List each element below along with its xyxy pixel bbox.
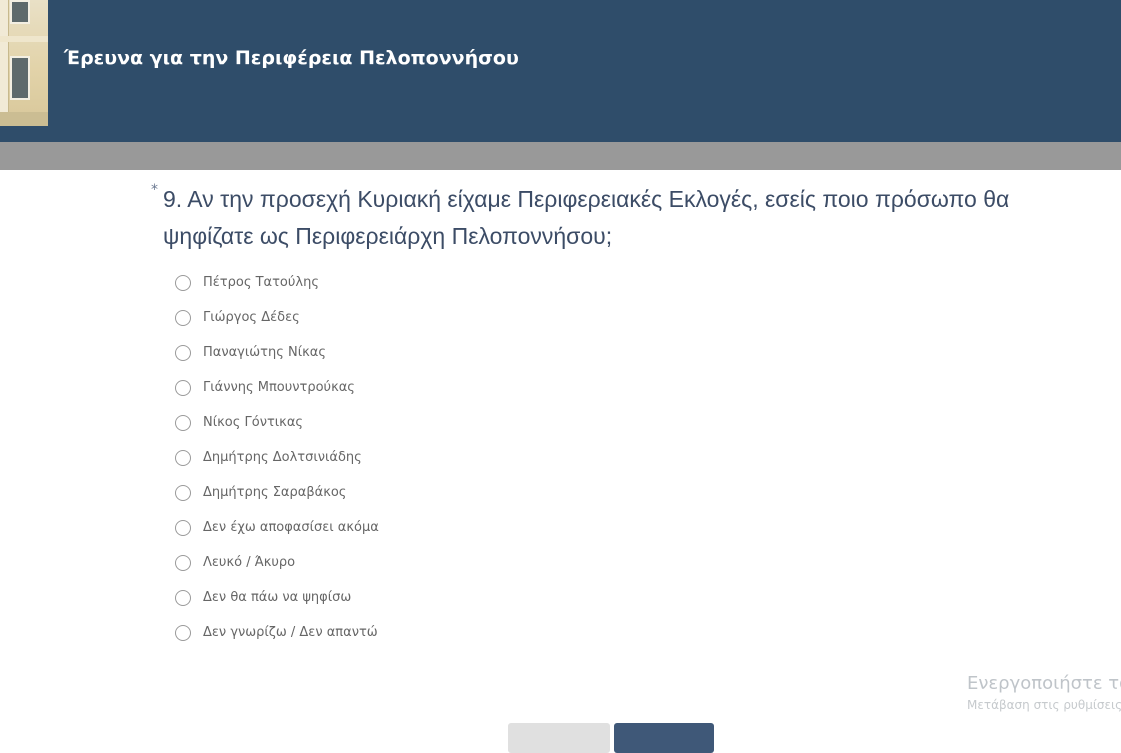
answer-option-label: Παναγιώτης Νίκας [203, 345, 326, 360]
answer-option[interactable]: Γιάννης Μπουντρούκας [175, 370, 379, 405]
radio-button[interactable] [175, 449, 191, 466]
windows-activation-watermark: Ενεργοποιήστε τα Μετάβαση στις ρυθμίσεις [967, 672, 1121, 714]
answer-option-label: Δεν έχω αποφασίσει ακόμα [203, 520, 379, 535]
answer-option[interactable]: Γιώργος Δέδες [175, 300, 379, 335]
answer-option-label: Δεν θα πάω να ψηφίσω [203, 590, 352, 605]
answer-option[interactable]: Δεν γνωρίζω / Δεν απαντώ [175, 615, 379, 650]
survey-header: Έρευνα για την Περιφέρεια Πελοποννήσου [0, 0, 1121, 142]
answer-option[interactable]: Δεν έχω αποφασίσει ακόμα [175, 510, 379, 545]
radio-button[interactable] [175, 624, 191, 641]
answer-option-label: Νίκος Γόντικας [203, 415, 304, 430]
answer-option[interactable]: Δεν θα πάω να ψηφίσω [175, 580, 379, 615]
answer-option-label: Δεν γνωρίζω / Δεν απαντώ [203, 625, 378, 640]
survey-title: Έρευνα για την Περιφέρεια Πελοποννήσου [64, 47, 519, 69]
answer-option[interactable]: Δημήτρης Σαραβάκος [175, 475, 379, 510]
radio-button[interactable] [175, 589, 191, 606]
answer-option-label: Πέτρος Τατούλης [203, 275, 319, 290]
radio-button[interactable] [175, 554, 191, 571]
previous-button[interactable] [508, 723, 610, 753]
answer-option-label: Δημήτρης Δολτσινιάδης [203, 450, 362, 465]
radio-button[interactable] [175, 379, 191, 396]
radio-button[interactable] [175, 344, 191, 361]
answer-option-label: Λευκό / Άκυρο [203, 555, 296, 570]
answer-option[interactable]: Δημήτρης Δολτσινιάδης [175, 440, 379, 475]
required-asterisk: * [151, 182, 158, 198]
radio-button[interactable] [175, 484, 191, 501]
answer-option-label: Γιώργος Δέδες [203, 310, 300, 325]
next-button[interactable] [614, 723, 714, 753]
answer-option[interactable]: Παναγιώτης Νίκας [175, 335, 379, 370]
question-text: 9. Αν την προσεχή Κυριακή είχαμε Περιφερ… [163, 186, 1010, 249]
answer-option[interactable]: Πέτρος Τατούλης [175, 265, 379, 300]
answer-option-label: Δημήτρης Σαραβάκος [203, 485, 347, 500]
activation-watermark-title: Ενεργοποιήστε τα [967, 673, 1121, 694]
progress-bar-fill [0, 142, 1121, 170]
radio-button[interactable] [175, 274, 191, 291]
building-facade-logo [0, 0, 48, 126]
answer-option[interactable]: Λευκό / Άκυρο [175, 545, 379, 580]
activation-watermark-subtitle: Μετάβαση στις ρυθμίσεις [967, 698, 1121, 712]
radio-button[interactable] [175, 519, 191, 536]
radio-button[interactable] [175, 309, 191, 326]
radio-button[interactable] [175, 414, 191, 431]
answer-option-label: Γιάννης Μπουντρούκας [203, 380, 355, 395]
progress-bar [0, 142, 1121, 170]
answer-options: Πέτρος Τατούλης Γιώργος Δέδες Παναγιώτης… [175, 265, 379, 650]
answer-option[interactable]: Νίκος Γόντικας [175, 405, 379, 440]
